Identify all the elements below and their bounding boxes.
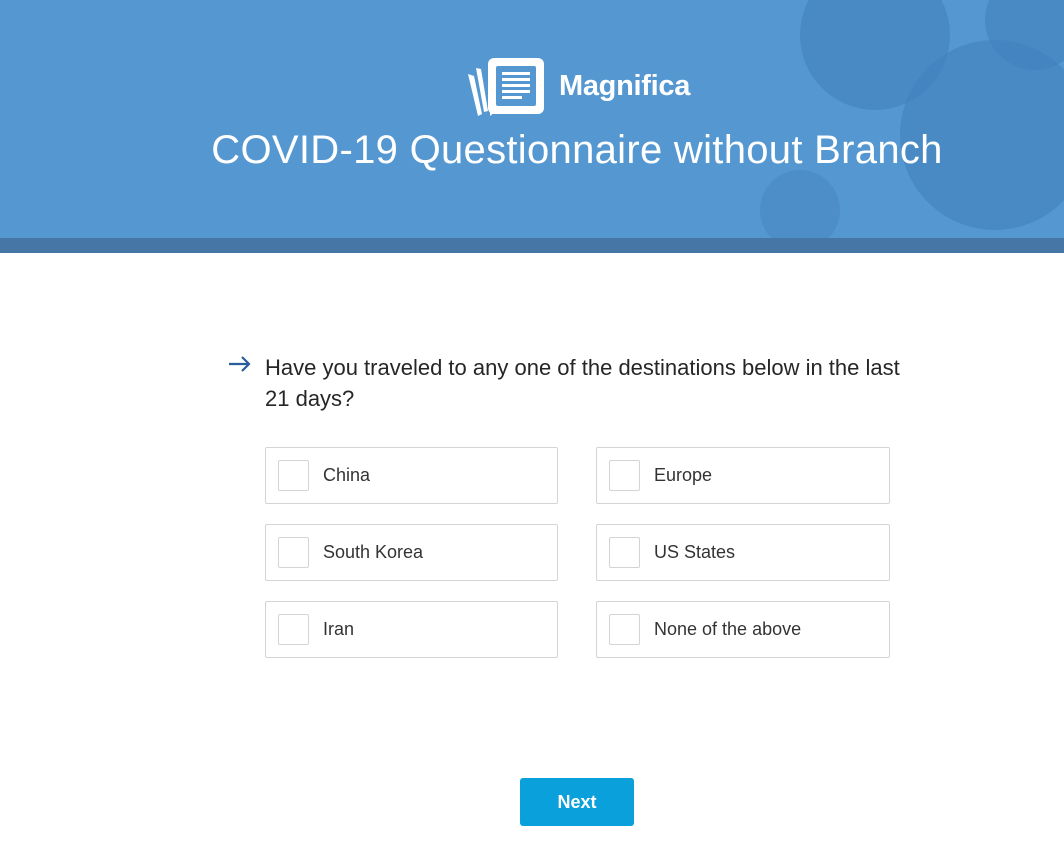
- right-arrow-icon: [229, 356, 251, 372]
- option-europe[interactable]: Europe: [596, 447, 890, 504]
- option-label: US States: [654, 542, 736, 562]
- brand-logo: Magnifica: [466, 56, 690, 116]
- option-none-of-the-above[interactable]: None of the above: [596, 601, 890, 658]
- option-us-states[interactable]: US States: [596, 524, 890, 581]
- option-iran[interactable]: Iran: [265, 601, 558, 658]
- survey-title: COVID-19 Questionnaire without Branch: [211, 128, 943, 172]
- checkbox[interactable]: [609, 614, 640, 645]
- next-button[interactable]: Next: [520, 778, 634, 826]
- option-label: Europe: [654, 465, 713, 485]
- option-label: Iran: [323, 619, 355, 639]
- option-south-korea[interactable]: South Korea: [265, 524, 558, 581]
- checkbox[interactable]: [278, 460, 309, 491]
- checkbox[interactable]: [278, 614, 309, 645]
- answer-options: China Europe South Korea US States Iran …: [265, 447, 890, 658]
- option-china[interactable]: China: [265, 447, 558, 504]
- checkbox[interactable]: [609, 460, 640, 491]
- option-label: China: [323, 465, 371, 485]
- option-label: None of the above: [654, 619, 802, 639]
- checkbox[interactable]: [609, 537, 640, 568]
- brand-name: Magnifica: [559, 69, 691, 102]
- survey-page: Magnifica COVID-19 Questionnaire without…: [0, 0, 1064, 862]
- question-text: Have you traveled to any one of the dest…: [265, 355, 900, 411]
- checkbox[interactable]: [278, 537, 309, 568]
- banner-decoration: [760, 170, 840, 238]
- header-divider: [0, 238, 1064, 253]
- document-stack-icon: [466, 56, 544, 116]
- header-banner: Magnifica COVID-19 Questionnaire without…: [0, 0, 1064, 238]
- option-label: South Korea: [323, 542, 424, 562]
